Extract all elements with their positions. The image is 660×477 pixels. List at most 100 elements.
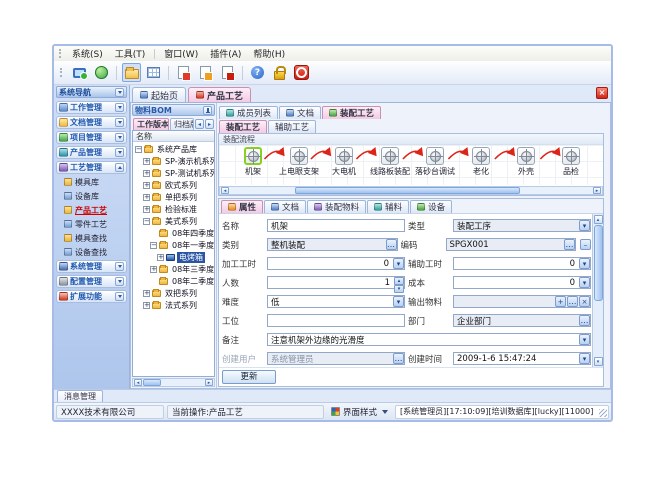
style-button[interactable]: 界面样式 [327,405,392,419]
grid-save-icon[interactable] [144,63,163,82]
sidebar-header[interactable]: 系统导航 [56,86,127,98]
sidebar-item-mold-lib[interactable]: 模具库 [56,175,127,189]
tree-node[interactable]: 08年一季度 [133,239,214,251]
expand-icon[interactable] [143,170,150,177]
sidebar-group-work[interactable]: 工作管理 [56,101,127,114]
toolbar-grip[interactable] [59,49,62,58]
tab-assembly-process[interactable]: 装配工艺 [322,106,381,119]
add-icon[interactable] [555,296,566,307]
exit-icon[interactable] [292,63,311,82]
scroll-down-icon[interactable] [594,357,603,366]
tab-properties[interactable]: 属性 [221,200,263,213]
code-field[interactable]: SPGX001 [446,238,577,251]
expand-icon[interactable] [143,158,150,165]
tab-scroll-left-icon[interactable] [195,119,204,129]
chevron-down-icon[interactable] [115,118,124,127]
remark-field[interactable]: 注意机架外边缘的光滑度 [267,333,591,346]
flow-canvas[interactable]: 机架 上电眼支架 大电机 [219,145,603,185]
expand-icon[interactable] [150,266,157,273]
ellipsis-icon[interactable] [393,353,404,364]
dropdown-icon[interactable] [579,334,590,345]
tree-node[interactable]: 08年二季度 [133,275,214,287]
flow-node[interactable]: 品检 [539,147,603,177]
tree-column-header[interactable]: 名称 [133,131,214,142]
sidebar-group-system[interactable]: 系统管理 [56,260,127,273]
doc-export-icon[interactable] [196,63,215,82]
tab-product-process[interactable]: 产品工艺 [188,87,251,102]
tree-node[interactable]: 单把系列 [133,191,214,203]
scroll-up-icon[interactable] [594,215,603,224]
tree-node[interactable]: 法式系列 [133,299,214,311]
doc-delete-icon[interactable] [218,63,237,82]
expand-icon[interactable] [157,254,164,261]
dropdown-icon[interactable] [579,277,590,288]
ellipsis-icon[interactable] [567,296,578,307]
sidebar-group-process[interactable]: 工艺管理 [56,161,127,174]
dropdown-icon[interactable] [579,258,590,269]
work-hours-field[interactable]: 0 [267,257,405,270]
tab-member-list[interactable]: 成员列表 [219,106,278,119]
tab-archived-version[interactable]: 归档版本 [170,118,194,130]
tab-assembly-materials[interactable]: 装配物料 [307,200,366,213]
expand-icon[interactable] [143,206,150,213]
spin-up-icon[interactable] [394,277,404,285]
chevron-down-icon[interactable] [115,277,124,286]
tree-node[interactable]: 欧式系列 [133,179,214,191]
help-icon[interactable] [248,63,267,82]
tree-node[interactable]: 08年四季度 [133,227,214,239]
tab-documents[interactable]: 文档 [279,106,321,119]
globe-icon[interactable] [92,63,111,82]
spinner[interactable] [394,277,404,289]
flow-horizontal-scrollbar[interactable] [219,186,603,195]
dropdown-icon[interactable] [579,353,590,364]
chevron-down-icon[interactable] [115,103,124,112]
collapse-icon[interactable] [143,218,150,225]
category-field[interactable]: 整机装配 [267,238,398,251]
ellipsis-icon[interactable] [564,239,575,250]
tree-node[interactable]: 双把系列 [133,287,214,299]
clear-icon[interactable] [579,296,590,307]
type-field[interactable]: 装配工序 [453,219,591,232]
expand-icon[interactable] [143,194,150,201]
chevron-down-icon[interactable] [115,148,124,157]
property-vertical-scrollbar[interactable] [592,214,603,367]
people-field[interactable]: 1 [267,276,405,289]
bom-panel-header[interactable]: 物料BOM [132,104,215,116]
tab-scroll-right-icon[interactable] [205,119,214,129]
code-extra-button[interactable] [580,239,591,250]
doc-remove-icon[interactable] [174,63,193,82]
scroll-right-icon[interactable] [205,379,213,386]
sidebar-group-product[interactable]: 产品管理 [56,146,127,159]
collapse-icon[interactable] [135,146,142,153]
expand-icon[interactable] [143,182,150,189]
aux-hours-field[interactable]: 0 [453,257,591,270]
sidebar-item-part-process[interactable]: 零件工艺 [56,217,127,231]
sidebar-item-mold-search[interactable]: 模具查找 [56,231,127,245]
menu-window[interactable]: 窗口(W) [158,46,204,61]
tab-working-version[interactable]: 工作版本 [133,118,169,130]
chevron-down-icon[interactable] [115,292,124,301]
close-icon[interactable] [596,87,608,99]
sidebar-group-config[interactable]: 配置管理 [56,275,127,288]
menu-tools[interactable]: 工具(T) [109,46,152,61]
tree-horizontal-scrollbar[interactable] [132,378,215,387]
computer-icon[interactable] [70,63,89,82]
resize-grip[interactable] [599,409,607,417]
tab-auxiliary[interactable]: 辅助工艺 [268,120,316,133]
tree-node[interactable]: SP-演示机系列 [133,155,214,167]
tree-node[interactable]: 检验标准 [133,203,214,215]
chevron-down-icon[interactable] [115,262,124,271]
scroll-left-icon[interactable] [221,187,229,194]
pin-icon[interactable] [203,106,212,115]
tree-node[interactable]: 美式系列 [133,215,214,227]
tab-auxiliary-materials[interactable]: 辅料 [367,200,409,213]
difficulty-field[interactable]: 低 [267,295,405,308]
collapse-icon[interactable] [150,242,157,249]
sidebar-group-document[interactable]: 文档管理 [56,116,127,129]
tab-start-page[interactable]: 起始页 [132,87,186,102]
menu-help[interactable]: 帮助(H) [247,46,291,61]
dropdown-icon[interactable] [393,296,404,307]
scroll-right-icon[interactable] [593,187,601,194]
dropdown-icon[interactable] [579,220,590,231]
sidebar-item-equipment-lib[interactable]: 设备库 [56,189,127,203]
